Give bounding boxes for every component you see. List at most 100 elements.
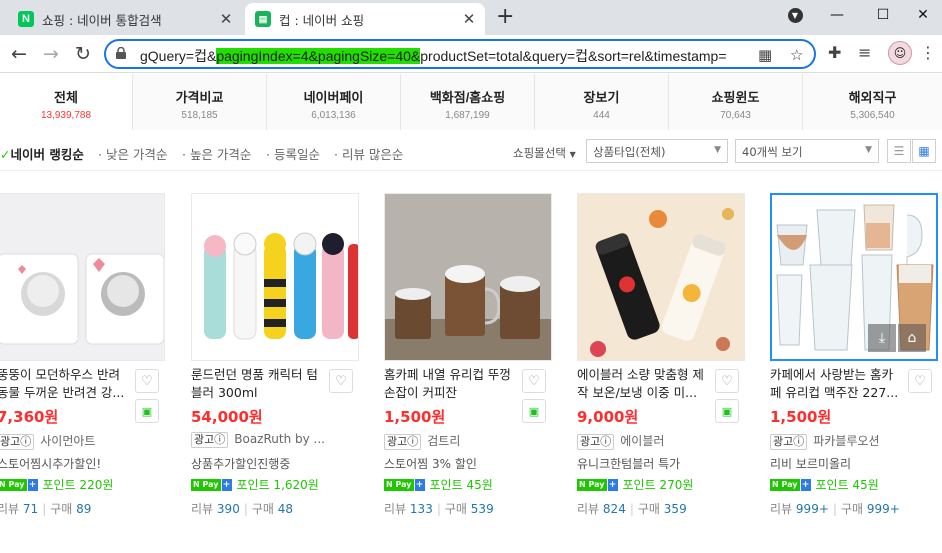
download-icon[interactable]: ⤓: [868, 324, 896, 352]
product-card[interactable]: 룬드런던 명품 캐릭터 텀블러 300ml ♡ 54,000원 광고ⓘ BoazR…: [191, 172, 361, 553]
review-label: 리뷰: [384, 502, 407, 516]
product-title[interactable]: 카페에서 사랑받는 홈카페 유리컵 맥주잔 227...: [770, 366, 902, 404]
plus-badge: +: [221, 478, 232, 491]
product-card[interactable]: 뚱뚱이 모던하우스 반려동물 두꺼운 반려견 강... ♡ ▣ 7,360원 광…: [0, 172, 167, 553]
review-count[interactable]: 133: [410, 502, 433, 516]
ad-badge[interactable]: 광고ⓘ: [770, 434, 808, 450]
mall-select-dropdown[interactable]: 쇼핑몰선택 ▼: [513, 145, 576, 161]
url-text[interactable]: gQuery=컵&pagingIndex=4&pagingSize=40&pro…: [140, 46, 750, 66]
zzim-icon[interactable]: ⌂: [898, 324, 926, 352]
product-card[interactable]: ⤓ ⌂ 카페에서 사랑받는 홈카페 유리컵 맥주잔 227... ♡ 1,500…: [770, 172, 940, 553]
sort-label: 낮은 가격순: [105, 147, 168, 162]
url-part: productSet=total&query=컵&sort=rel&timest…: [420, 48, 727, 64]
sort-newest[interactable]: · 등록일순: [266, 144, 320, 163]
tab-all[interactable]: 전체 13,939,788: [0, 74, 133, 130]
wishlist-heart-icon[interactable]: ♡: [329, 369, 353, 393]
plus-badge: +: [27, 478, 38, 491]
talk-talk-icon[interactable]: ▣: [715, 399, 739, 423]
category-tabs: 전체 13,939,788 가격비교 518,185 네이버페이 6,013,136 …: [0, 74, 942, 130]
product-type-select[interactable]: 상품타입(전체) ▼: [586, 139, 728, 163]
tab-overseas[interactable]: 해외직구 5,306,540: [803, 74, 942, 130]
review-count[interactable]: 390: [217, 502, 240, 516]
new-tab-icon[interactable]: +: [496, 6, 514, 28]
profile-avatar[interactable]: ☺: [888, 41, 912, 65]
select-value: 상품타입(전체): [593, 145, 666, 159]
wishlist-heart-icon[interactable]: ♡: [522, 369, 546, 393]
store-name[interactable]: BoazRuth by ...: [234, 432, 325, 446]
talk-talk-icon[interactable]: ▣: [522, 399, 546, 423]
sort-high-price[interactable]: · 높은 가격순: [182, 144, 251, 163]
grid-view-icon[interactable]: ▦: [912, 139, 936, 163]
sort-ranking[interactable]: ✓네이버 랭킹순: [0, 144, 84, 163]
naverpay-badge: N Pay: [191, 478, 221, 491]
page-size-select[interactable]: 40개씩 보기 ▼: [735, 139, 879, 163]
minimize-icon[interactable]: —: [814, 0, 860, 30]
tab-count: 444: [593, 110, 610, 121]
ad-badge[interactable]: 광고ⓘ: [191, 432, 229, 448]
product-title[interactable]: 룬드런던 명품 캐릭터 텀블러 300ml: [191, 366, 323, 404]
browser-tab-shopping[interactable]: ▤ 컵 : 네이버 쇼핑 ✕: [245, 3, 485, 35]
wishlist-heart-icon[interactable]: ♡: [908, 369, 932, 393]
store-name[interactable]: 에이블러: [620, 434, 664, 448]
product-image[interactable]: [191, 193, 359, 361]
tab-price-compare[interactable]: 가격비교 518,185: [133, 74, 267, 130]
list-view-icon[interactable]: ☰: [887, 139, 911, 163]
naverpay-badge: N Pay: [770, 478, 800, 491]
wishlist-heart-icon[interactable]: ♡: [135, 369, 159, 393]
tab-shopping-window[interactable]: 쇼핑윈도 70,643: [669, 74, 803, 130]
browser-tab-search[interactable]: N 쇼핑 : 네이버 통합검색 ✕: [8, 3, 242, 35]
chevron-down-icon: ▼: [569, 150, 576, 159]
review-count[interactable]: 824: [603, 502, 626, 516]
store-info: 광고ⓘ 검트리: [384, 432, 460, 450]
naverpay-badge: N Pay: [384, 478, 414, 491]
benefit-text: 리비 보르미올리: [770, 457, 852, 471]
product-image[interactable]: [0, 193, 165, 361]
tab-department[interactable]: 백화점/홈쇼핑 1,687,199: [401, 74, 535, 130]
product-title[interactable]: 뚱뚱이 모던하우스 반려동물 두꺼운 반려견 강...: [0, 366, 129, 404]
product-card[interactable]: 에이블러 소량 맞춤형 제작 보온/보냉 이중 미... ♡ ▣ 9,000원 …: [577, 172, 747, 553]
sort-reviews[interactable]: · 리뷰 많은순: [334, 144, 403, 163]
talk-talk-icon[interactable]: ▣: [135, 399, 159, 423]
store-name[interactable]: 검트리: [427, 434, 460, 448]
ad-badge[interactable]: 광고ⓘ: [577, 434, 615, 450]
tab-title: 쇼핑 : 네이버 통합검색: [42, 12, 162, 28]
qr-code-icon[interactable]: ▦: [758, 46, 772, 64]
tab-label: 해외직구: [848, 90, 897, 105]
tab-grocery[interactable]: 장보기 444: [535, 74, 669, 130]
close-tab-icon[interactable]: ✕: [459, 9, 479, 29]
sort-low-price[interactable]: · 낮은 가격순: [98, 144, 167, 163]
review-count[interactable]: 71: [23, 502, 38, 516]
tab-search-icon[interactable]: ▼: [772, 0, 818, 30]
product-title[interactable]: 에이블러 소량 맞춤형 제작 보온/보냉 이중 미...: [577, 366, 709, 404]
close-window-icon[interactable]: ✕: [900, 0, 942, 30]
forward-icon[interactable]: →: [38, 41, 64, 67]
review-count[interactable]: 999+: [796, 502, 829, 516]
product-image[interactable]: ⤓ ⌂: [770, 193, 938, 361]
buy-count: 999+: [866, 502, 900, 516]
product-title[interactable]: 홈카페 내열 유리컵 뚜껑 손잡이 커피잔: [384, 366, 516, 404]
buy-count: 359: [663, 502, 687, 516]
store-name[interactable]: 사이먼아트: [40, 434, 95, 448]
benefit-text: 유니크한텀블러 특가: [577, 457, 681, 471]
product-card[interactable]: 홈카페 내열 유리컵 뚜껑 손잡이 커피잔 ♡ ▣ 1,500원 광고ⓘ 검트리 …: [384, 172, 554, 553]
sort-bar: ✓네이버 랭킹순 · 낮은 가격순 · 높은 가격순 · 등록일순 · 리뷰 많…: [0, 131, 942, 171]
store-name[interactable]: 파카블루오션: [813, 434, 879, 448]
tab-naverpay[interactable]: 네이버페이 6,013,136: [267, 74, 401, 130]
product-image[interactable]: [577, 193, 745, 361]
close-tab-icon[interactable]: ✕: [216, 9, 236, 29]
benefit-text: 상품추가할인진행중: [191, 457, 291, 471]
check-icon: ✓: [0, 147, 11, 162]
ad-badge[interactable]: 광고ⓘ: [0, 434, 35, 450]
bookmark-star-icon[interactable]: ☆: [790, 46, 803, 64]
address-bar[interactable]: gQuery=컵&pagingIndex=4&pagingSize=40&pro…: [104, 39, 816, 69]
media-control-icon[interactable]: ≡: [858, 43, 871, 62]
extensions-icon[interactable]: ✚: [828, 43, 841, 62]
product-image[interactable]: [384, 193, 552, 361]
reload-icon[interactable]: ↻: [70, 41, 96, 67]
back-icon[interactable]: ←: [6, 41, 32, 67]
points-text: 포인트 45원: [429, 478, 493, 492]
url-part: gQuery=컵&: [140, 48, 217, 64]
menu-icon[interactable]: ⋮: [920, 43, 936, 62]
ad-badge[interactable]: 광고ⓘ: [384, 434, 422, 450]
wishlist-heart-icon[interactable]: ♡: [715, 369, 739, 393]
